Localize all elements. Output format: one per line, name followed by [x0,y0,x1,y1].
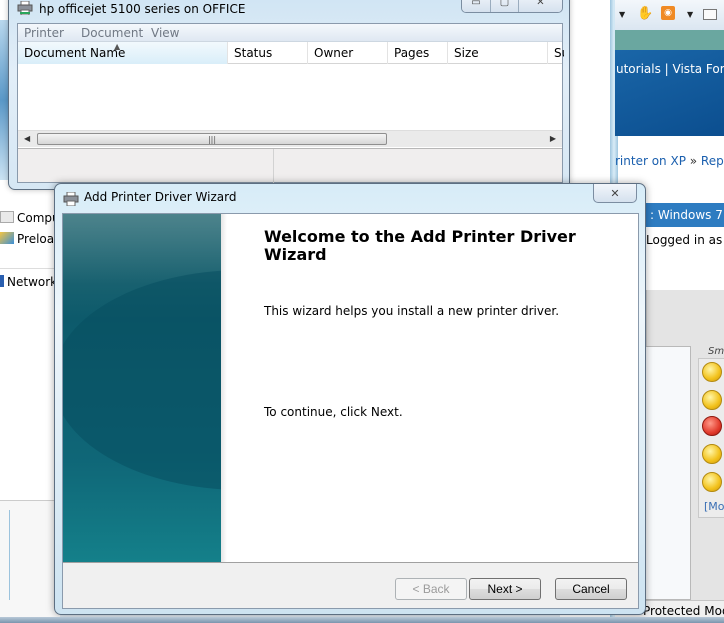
status-bar [18,148,562,183]
wizard-sidebar-graphic [63,214,221,562]
nav-item-preload[interactable]: Preload [0,232,62,246]
wizard-client: Welcome to the Add Printer Driver Wizard… [62,213,639,609]
taskbar-edge [0,617,724,623]
menu-printer[interactable]: Printer [24,26,64,40]
logged-in-text: Logged in as I [646,233,724,247]
cancel-button[interactable]: Cancel [555,578,627,600]
column-header: Document Name ▲ Status Owner Pages Size … [18,42,564,64]
next-button[interactable]: Next > [469,578,541,600]
dropdown-arrow-icon[interactable]: ▼ [619,10,625,19]
rss-feed-icon[interactable]: ◉ [661,6,675,20]
print-queue-window: hp officejet 5100 series on OFFICE ▭ ▢ ✕… [8,0,570,190]
nav-divider [0,268,60,269]
window-title: hp officejet 5100 series on OFFICE [39,2,246,16]
menu-view[interactable]: View [151,26,179,40]
wizard-button-bar: < Back Next > Cancel [63,562,638,608]
folder-icon [0,232,14,244]
site-banner-top [615,30,724,50]
nav-item-network[interactable]: Network [0,275,57,289]
explorer-column-line [9,510,10,600]
column-owner[interactable]: Owner [308,42,388,64]
scrollbar-thumb[interactable]: ||| [37,133,387,145]
caption-buttons: ▭ ▢ ✕ [461,0,563,13]
column-status[interactable]: Status [228,42,308,64]
smiley-eek-icon[interactable] [702,444,722,464]
smiley-grin-icon[interactable] [702,362,722,382]
breadcrumb-link[interactable]: Rep [701,154,724,168]
minimize-button[interactable]: ▭ [462,0,490,12]
menu-document[interactable]: Document [81,26,143,40]
breadcrumb-link[interactable]: rinter on XP [615,154,686,168]
computer-icon [0,211,14,223]
status-divider [273,149,274,183]
breadcrumb: rinter on XP » Rep [615,154,724,168]
sort-ascending-icon: ▲ [114,42,121,51]
network-icon [0,275,4,287]
add-printer-driver-wizard: Add Printer Driver Wizard ✕ Welcome to t… [54,183,646,615]
more-smilies-link[interactable]: [Mo [704,500,724,513]
wizard-heading: Welcome to the Add Printer Driver Wizard [264,227,576,264]
mail-icon[interactable] [703,9,717,20]
site-nav-links[interactable]: utorials | Vista For [616,62,724,76]
dropdown-arrow-icon[interactable]: ▼ [687,10,693,19]
smiley-mad-icon[interactable] [702,416,722,436]
close-button[interactable]: ✕ [518,0,562,12]
column-size[interactable]: Size [448,42,548,64]
smiley-confused-icon[interactable] [702,472,722,492]
wizard-description: This wizard helps you install a new prin… [264,304,560,318]
scroll-right-icon[interactable]: ▶ [550,134,556,143]
print-queue-client: Printer Document View Document Name ▲ St… [17,23,564,183]
printer-icon [63,192,79,206]
smilies-title: Sm [708,346,724,357]
menu-bar: Printer Document View [18,24,562,42]
hand-icon[interactable]: ✋ [637,6,653,22]
back-button[interactable]: < Back [395,578,467,600]
horizontal-scrollbar[interactable]: ◀ ||| ▶ [18,130,562,147]
maximize-button[interactable]: ▢ [490,0,518,12]
column-document-name[interactable]: Document Name ▲ [18,42,228,64]
column-pages[interactable]: Pages [388,42,448,64]
column-submitted[interactable]: Sub [548,42,564,64]
browser-toolbar: ▼ ✋ ◉ ▼ [615,0,724,30]
close-button[interactable]: ✕ [593,184,637,203]
wizard-instruction: To continue, click Next. [264,405,403,419]
section-header-bar: : Windows 7 a [640,203,724,227]
smiley-wink-icon[interactable] [702,390,722,410]
scroll-left-icon[interactable]: ◀ [24,134,30,143]
printer-icon [17,1,33,15]
smilies-box [698,358,724,518]
dialog-title: Add Printer Driver Wizard [84,190,237,204]
